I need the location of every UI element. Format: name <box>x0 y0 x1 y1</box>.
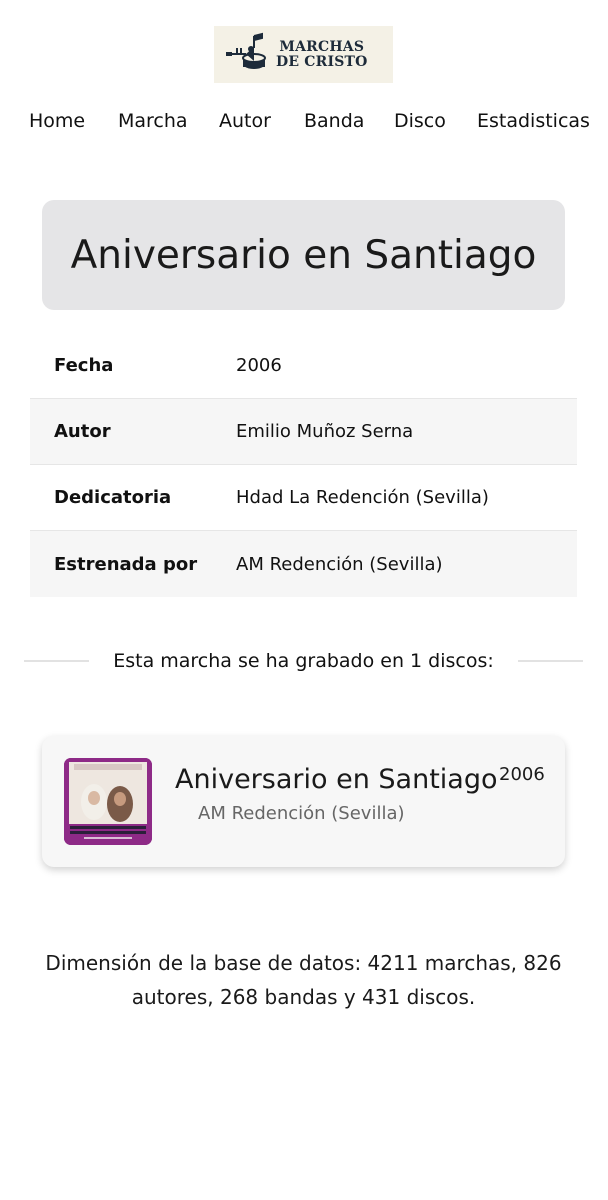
recordings-heading: Esta marcha se ha grabado en 1 discos: <box>113 650 494 672</box>
detail-row-dedicatoria: Dedicatoria Hdad La Redención (Sevilla) <box>30 465 577 531</box>
detail-row-autor: Autor Emilio Muñoz Serna <box>30 399 577 465</box>
detail-label: Estrenada por <box>54 553 198 575</box>
divider-line <box>517 660 583 662</box>
disc-cover-image <box>64 758 152 845</box>
march-title: Aniversario en Santiago <box>70 232 537 278</box>
main-nav: Home Marcha Autor Banda Disco Estadistic… <box>0 108 608 134</box>
detail-value: 2006 <box>236 355 282 376</box>
disc-card[interactable]: Aniversario en Santiago AM Redención (Se… <box>42 736 565 867</box>
detail-label: Autor <box>54 421 111 442</box>
logo-text: MARCHAS DE CRISTO <box>276 38 368 70</box>
divider-line <box>24 660 90 662</box>
march-details-table: Fecha 2006 Autor Emilio Muñoz Serna Dedi… <box>30 333 577 597</box>
page: MARCHAS DE CRISTO Home Marcha Autor Band… <box>0 0 608 1200</box>
recordings-divider: Esta marcha se ha grabado en 1 discos: <box>24 648 583 674</box>
march-title-box: Aniversario en Santiago <box>42 200 565 310</box>
detail-label: Dedicatoria <box>54 487 172 508</box>
nav-estadisticas[interactable]: Estadisticas <box>477 108 590 134</box>
nav-disco[interactable]: Disco <box>394 108 446 134</box>
logo-line-2: DE CRISTO <box>276 53 368 70</box>
detail-row-estrenada: Estrenada por AM Redención (Sevilla) <box>30 531 577 597</box>
site-logo[interactable]: MARCHAS DE CRISTO <box>214 26 393 83</box>
disc-year: 2006 <box>499 764 545 785</box>
disc-title[interactable]: Aniversario en Santiago <box>175 764 497 795</box>
disc-band: AM Redención (Sevilla) <box>198 803 405 824</box>
detail-value: Hdad La Redención (Sevilla) <box>236 487 489 508</box>
trumpet-drum-music-note-icon <box>224 32 270 78</box>
database-stats: Dimensión de la base de datos: 4211 marc… <box>45 951 562 1009</box>
nav-home[interactable]: Home <box>29 108 85 134</box>
detail-value-link[interactable]: AM Redención (Sevilla) <box>236 554 443 575</box>
detail-value-link[interactable]: Emilio Muñoz Serna <box>236 421 413 442</box>
detail-label: Fecha <box>54 355 114 376</box>
logo-line-1: MARCHAS <box>279 38 365 55</box>
detail-row-fecha: Fecha 2006 <box>30 333 577 399</box>
nav-banda[interactable]: Banda <box>304 108 364 134</box>
nav-autor[interactable]: Autor <box>219 108 271 134</box>
nav-marcha[interactable]: Marcha <box>118 108 188 134</box>
